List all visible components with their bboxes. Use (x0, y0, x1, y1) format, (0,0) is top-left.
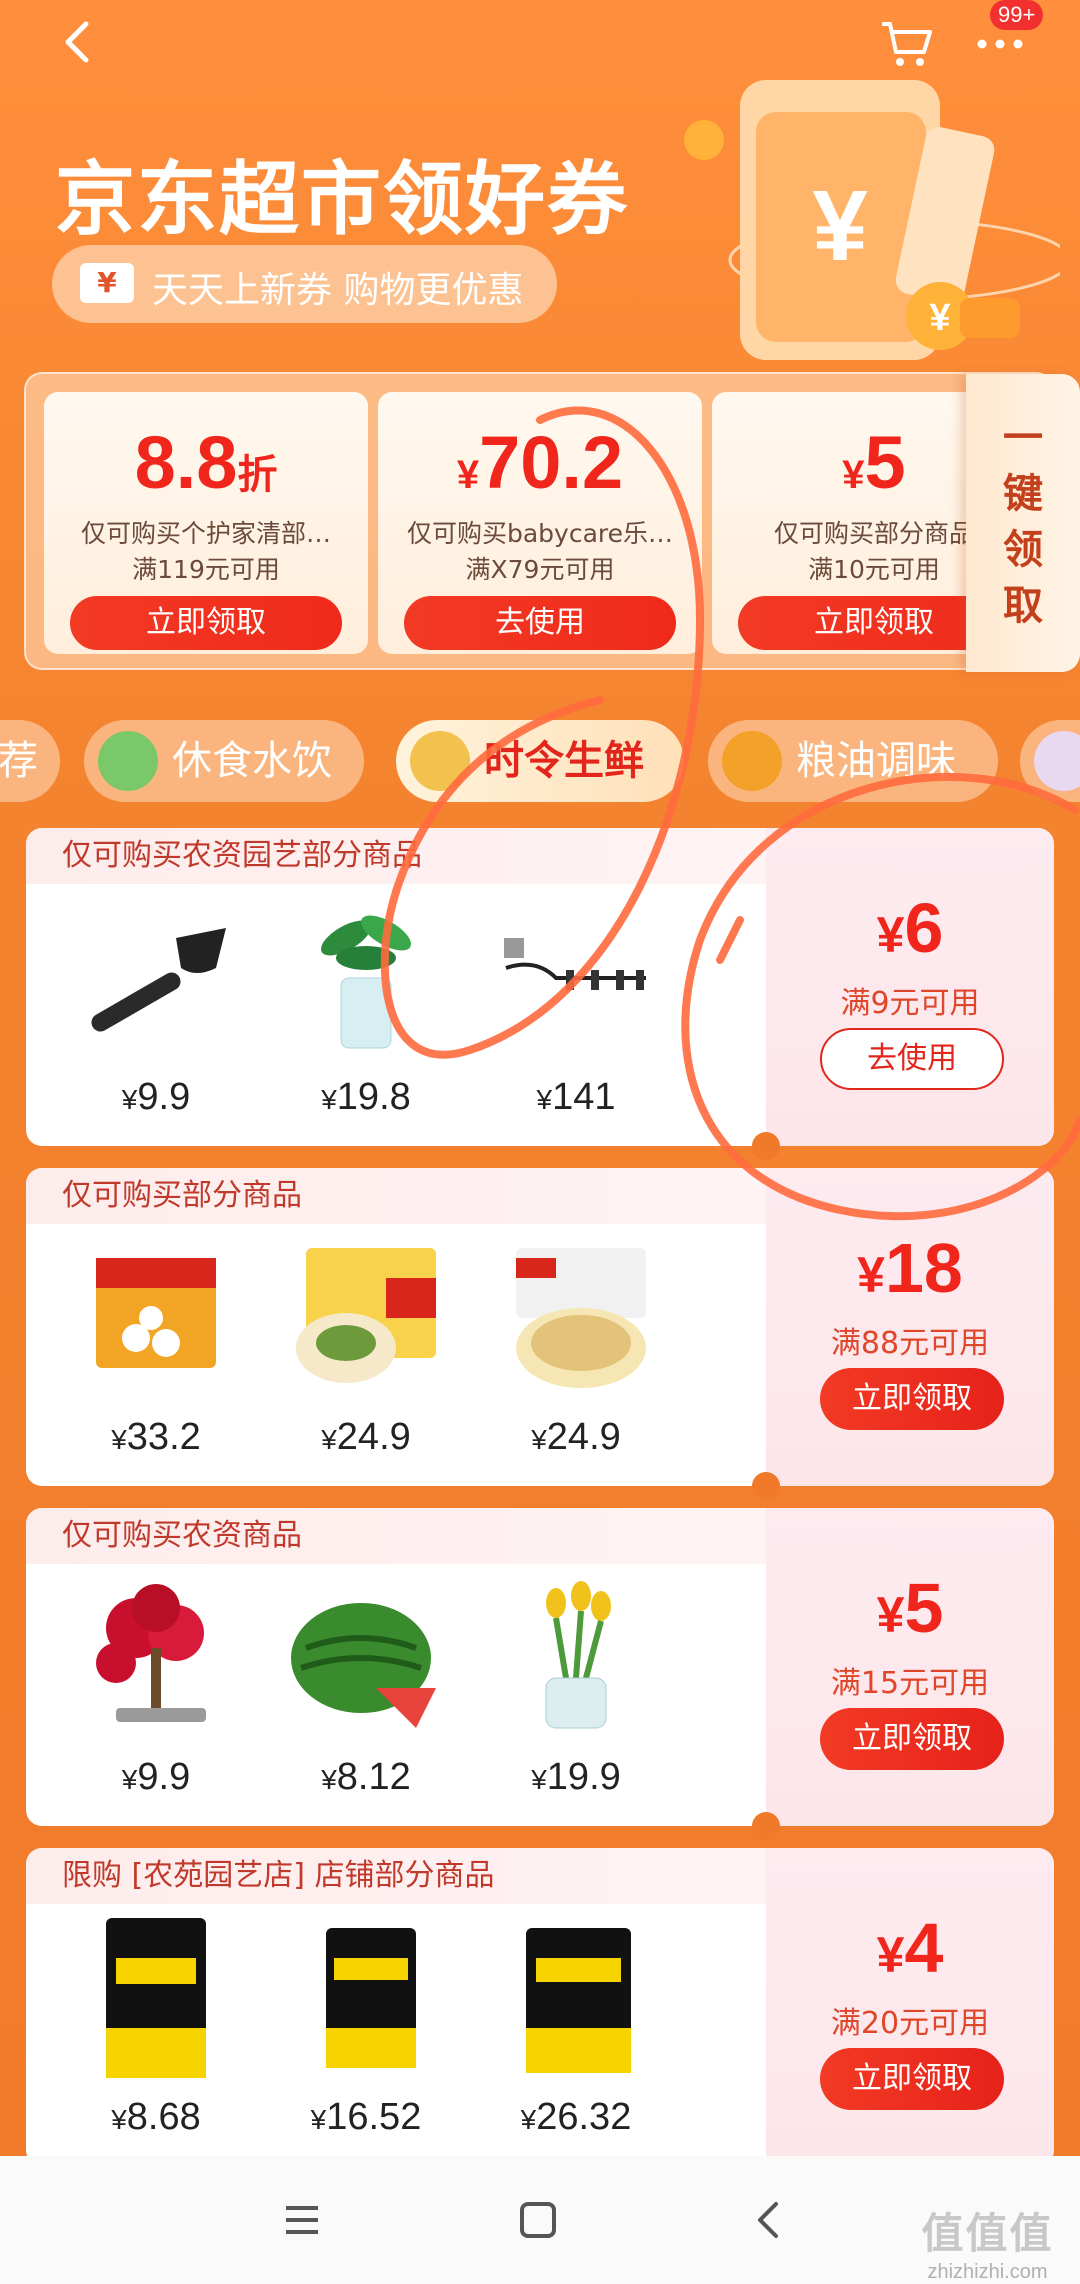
one-click-claim-label: 一 键 领 取 (1003, 415, 1043, 629)
home-icon[interactable] (508, 2190, 568, 2250)
product-item[interactable]: ¥26.32 (486, 1918, 666, 2158)
product-item[interactable]: ¥9.9 (66, 1578, 246, 1818)
tab-snacks-drinks[interactable]: 休食水饮 (84, 720, 364, 802)
notification-badge: 99+ (990, 0, 1044, 30)
top-coupon-row: 8.8折 仅可购买个护家清部… 满119元可用 立即领取 ¥70.2 仅可购买b… (24, 372, 1080, 672)
coupon-desc: 仅可购买个护家清部… (80, 519, 331, 548)
claim-button[interactable]: 立即领取 (70, 596, 342, 650)
coupon-condition: 满X79元可用 (465, 555, 615, 584)
coupon-amount: 8.8折 (134, 421, 278, 504)
product-price: ¥33.2 (111, 1416, 201, 1458)
coupon-value-panel: ¥18 满88元可用 立即领取 (766, 1168, 1054, 1486)
claim-button[interactable]: 立即领取 (820, 2048, 1004, 2110)
coupon-condition: 满15元可用 (830, 1666, 990, 1701)
menu-icon[interactable] (272, 2190, 332, 2250)
product-item[interactable]: ¥19.8 (276, 898, 456, 1138)
coupon-card: 限购 [农苑园艺店] 店铺部分商品 ¥8.68 ¥16.52 ¥26.32 ¥4… (26, 1848, 1054, 2166)
coupon-desc: 仅可购买babycare乐… (406, 519, 674, 548)
coupon-amount: ¥18 (857, 1229, 963, 1307)
product-price: ¥8.68 (111, 2096, 201, 2138)
coupon-condition: 满9元可用 (840, 986, 980, 1021)
hero-subtitle: 天天上新券 购物更优惠 (152, 270, 524, 311)
product-price: ¥26.32 (520, 2096, 632, 2138)
ticket-notch (752, 1812, 780, 1840)
product-price: ¥8.12 (321, 1756, 411, 1798)
product-price: ¥9.9 (121, 1756, 191, 1798)
baby-bottle-icon (1034, 731, 1080, 791)
watermelon-icon (291, 1603, 436, 1728)
product-item[interactable]: ¥33.2 (66, 1238, 246, 1478)
product-price: ¥24.9 (531, 1416, 621, 1458)
product-item[interactable]: ¥24.9 (486, 1238, 666, 1478)
coupon-value-panel: ¥5 满15元可用 立即领取 (766, 1508, 1054, 1826)
coupon-amount: ¥70.2 (456, 421, 624, 504)
product-item[interactable]: ¥8.12 (276, 1578, 456, 1818)
snacks-icon (98, 731, 158, 791)
svg-text:¥: ¥ (812, 170, 868, 282)
product-price: ¥24.9 (321, 1416, 411, 1458)
coupon-condition: 满119元可用 (132, 555, 280, 584)
ticket-notch (752, 1472, 780, 1500)
tab-seasonal-fresh[interactable]: 时令生鲜 (396, 720, 684, 802)
top-coupon-card[interactable]: ¥70.2 仅可购买babycare乐… 满X79元可用 去使用 (378, 392, 702, 654)
bonsai-icon (96, 1584, 206, 1722)
one-click-claim-button[interactable]: 一 键 领 取 (966, 374, 1080, 672)
category-tabs: 荐 休食水饮 时令生鲜 粮油调味 (0, 716, 1080, 806)
watermark: 值值值 zhizhizhi.com (921, 2210, 1054, 2283)
coupon-scope: 仅可购买农资商品 (26, 1508, 766, 1564)
coupon-condition: 满20元可用 (830, 2006, 990, 2041)
top-coupon-card[interactable]: 8.8折 仅可购买个护家清部… 满119元可用 立即领取 (44, 392, 368, 654)
dumplings-package-icon (296, 1248, 436, 1383)
coupon-bag-illustration-icon: ¥ ¥ (684, 80, 1060, 360)
back-arrow-icon[interactable] (50, 12, 110, 72)
wonton-package-icon (516, 1248, 646, 1388)
tab-more[interactable] (1020, 720, 1080, 802)
coupon-amount: ¥6 (876, 889, 944, 967)
product-item[interactable]: ¥141 (486, 898, 666, 1138)
claim-button[interactable]: 立即领取 (820, 1708, 1004, 1770)
product-item[interactable]: ¥8.68 (66, 1918, 246, 2158)
tab-recommend[interactable]: 荐 (0, 720, 60, 802)
coupon-card: 仅可购买农资商品 ¥9.9 ¥8.12 ¥19.9 ¥5 满15元可用 立即领取 (26, 1508, 1054, 1826)
svg-text:¥: ¥ (929, 297, 950, 339)
durian-icon (410, 731, 470, 791)
coupon-scope: 仅可购买农资园艺部分商品 (26, 828, 766, 884)
product-price: ¥19.9 (531, 1756, 621, 1798)
shovel-icon (91, 928, 226, 1032)
product-item[interactable]: ¥19.9 (486, 1578, 666, 1818)
fertilizer-bag-icon (326, 1928, 416, 2068)
ticket-notch (752, 1132, 780, 1160)
product-item[interactable]: ¥24.9 (276, 1238, 456, 1478)
page-title: 京东超市领好券 (55, 153, 629, 246)
coupon-value-panel: ¥4 满20元可用 立即领取 (766, 1848, 1054, 2166)
coupon-value-panel: ¥6 满9元可用 去使用 (766, 828, 1054, 1146)
use-button[interactable]: 去使用 (404, 596, 676, 650)
coupon-amount: ¥5 (876, 1569, 944, 1647)
coupon-card: 仅可购买农资园艺部分商品 ¥9.9 ¥19.8 ¥141 ¥6 满9元可用 去使… (26, 828, 1054, 1146)
coupon-scope: 仅可购买部分商品 (26, 1168, 766, 1224)
ticket-icon: ¥ (80, 263, 134, 303)
fertilizer-bag-icon (526, 1928, 631, 2073)
coupon-scope: 限购 [农苑园艺店] 店铺部分商品 (26, 1848, 766, 1904)
back-icon[interactable] (740, 2190, 800, 2250)
tangyuan-package-icon (96, 1258, 216, 1368)
oil-bottle-icon (722, 731, 782, 791)
product-price: ¥19.8 (321, 1076, 411, 1118)
fertilizer-bag-icon (106, 1918, 206, 2078)
product-price: ¥141 (536, 1076, 616, 1118)
product-item[interactable]: ¥16.52 (276, 1918, 456, 2158)
drip-irrigation-icon (504, 938, 646, 990)
use-button[interactable]: 去使用 (820, 1028, 1004, 1090)
hero-subtitle-pill: ¥ 天天上新券 购物更优惠 (52, 245, 557, 323)
product-item[interactable]: ¥9.9 (66, 898, 246, 1138)
claim-button[interactable]: 立即领取 (820, 1368, 1004, 1430)
product-price: ¥16.52 (310, 2096, 422, 2138)
tulips-icon (545, 1581, 611, 1729)
coupon-card: 仅可购买部分商品 ¥33.2 ¥24.9 ¥24.9 ¥18 满88元可用 立即… (26, 1168, 1054, 1486)
product-price: ¥9.9 (121, 1076, 191, 1118)
plant-icon (321, 915, 411, 1049)
tab-grain-oil[interactable]: 粮油调味 (708, 720, 998, 802)
coupon-amount: ¥4 (876, 1909, 944, 1987)
coupon-condition: 满88元可用 (830, 1326, 990, 1361)
